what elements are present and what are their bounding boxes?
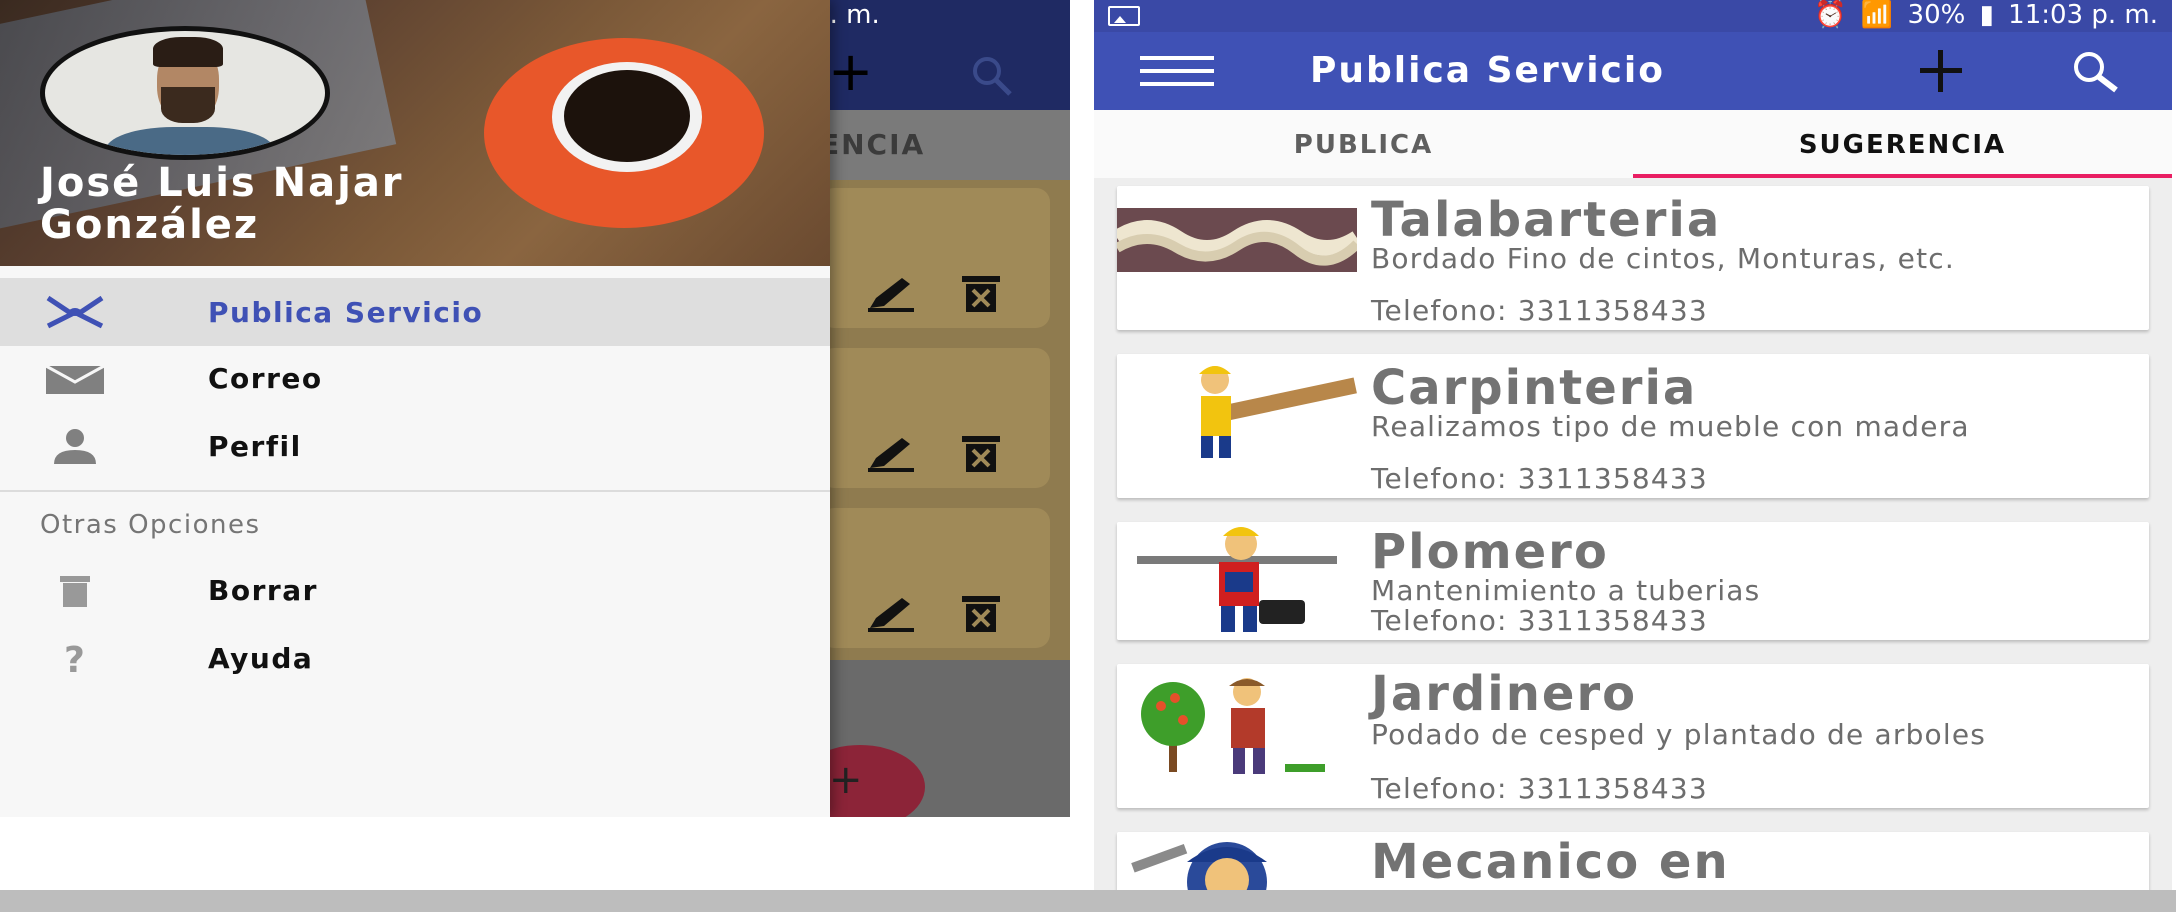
background-card (820, 508, 1050, 648)
service-card[interactable]: Jardinero Podado de cesped y plantado de… (1117, 664, 2149, 808)
background-search-icon (973, 57, 1012, 96)
drawer-item-publica-servicio[interactable]: Publica Servicio (0, 278, 830, 346)
drawer-item-correo[interactable]: Correo (0, 344, 830, 412)
drawer-item-label: Ayuda (208, 642, 314, 675)
user-name-line1: José Luis Najar (40, 160, 404, 206)
mail-icon (45, 364, 105, 394)
person-icon (54, 429, 96, 464)
tab-bar: PUBLICA SUGERENCIA (1094, 110, 2172, 178)
service-card[interactable]: Carpinteria Realizamos tipo de mueble co… (1117, 354, 2149, 498)
service-card[interactable]: Talabarteria Bordado Fino de cintos, Mon… (1117, 186, 2149, 330)
service-phone: Telefono: 3311358433 (1371, 294, 1708, 327)
service-description: Podado de cesped y plantado de arboles (1371, 718, 1987, 751)
clock: 11:03 p. m. (2008, 0, 2158, 30)
drawer-item-label: Publica Servicio (208, 296, 484, 329)
service-phone: Telefono: 3311358433 (1371, 604, 1708, 637)
drawer-header: José Luis Najar González (0, 0, 830, 266)
avatar[interactable] (40, 26, 330, 160)
braided-rope-image (1117, 208, 1357, 272)
drawer-item-label: Borrar (208, 574, 318, 607)
status-bar-right: ⏰ 📶 30% ▮ 11:03 p. m. (1094, 0, 2172, 32)
app-bar: Publica Servicio (1094, 32, 2172, 110)
service-description: Realizamos tipo de mueble con madera (1371, 410, 1970, 443)
plumber-image (1117, 522, 1357, 640)
page: + ENCIA + m. José Luis Najar González Pu… (0, 0, 2176, 912)
trash-icon (60, 576, 90, 607)
image-notification-icon (1108, 6, 1140, 26)
delete-icon (962, 596, 1000, 632)
drawer-divider (0, 490, 830, 492)
fork-knife-icon (46, 295, 104, 329)
user-name-line2: González (40, 202, 260, 248)
service-title: Talabarteria (1371, 192, 1722, 248)
edit-icon (868, 598, 914, 632)
background-tab-label: ENCIA (820, 128, 926, 161)
service-card[interactable]: Mecanico en (1117, 832, 2149, 890)
right-screen: ⏰ 📶 30% ▮ 11:03 p. m. Publica Servicio P… (1094, 0, 2172, 890)
background-card (820, 188, 1050, 328)
tab-publica[interactable]: PUBLICA (1094, 110, 1633, 178)
left-screen: + ENCIA + m. José Luis Najar González Pu… (0, 0, 1070, 817)
drawer-section-title: Otras Opciones (40, 510, 261, 540)
navigation-drawer: José Luis Najar González Publica Servici… (0, 0, 830, 817)
add-icon[interactable] (1918, 48, 1964, 94)
background-card (820, 348, 1050, 488)
drawer-item-label: Correo (208, 362, 323, 395)
services-list: Talabarteria Bordado Fino de cintos, Mon… (1094, 178, 2172, 890)
battery-icon: ▮ (1979, 0, 1994, 30)
bottom-bar (0, 890, 2176, 912)
wifi-icon: 📶 (1860, 0, 1894, 30)
drawer-item-label: Perfil (208, 430, 302, 463)
background-add-icon: + (828, 40, 874, 103)
delete-icon (962, 436, 1000, 472)
service-title: Plomero (1371, 524, 1609, 580)
drawer-item-perfil[interactable]: Perfil (0, 412, 830, 480)
service-card[interactable]: Plomero Mantenimiento a tuberias Telefon… (1117, 522, 2149, 640)
edit-icon (868, 278, 914, 312)
mechanic-image (1117, 832, 1357, 890)
drawer-item-ayuda[interactable]: ? Ayuda (0, 624, 830, 692)
service-description: Bordado Fino de cintos, Monturas, etc. (1371, 242, 1955, 275)
help-icon: ? (64, 640, 85, 678)
service-description: Mantenimiento a tuberias (1371, 574, 1761, 607)
edit-icon (868, 438, 914, 472)
service-phone: Telefono: 3311358433 (1371, 462, 1708, 495)
user-name: José Luis Najar González (40, 162, 800, 246)
battery-level: 30% (1907, 0, 1966, 30)
service-title: Jardinero (1371, 666, 1638, 722)
service-title: Carpinteria (1371, 360, 1698, 416)
menu-icon[interactable] (1140, 56, 1214, 86)
drawer-item-borrar[interactable]: Borrar (0, 556, 830, 624)
tab-sugerencia[interactable]: SUGERENCIA (1633, 110, 2172, 178)
svg-text:?: ? (64, 640, 85, 678)
gardener-image (1117, 668, 1357, 780)
alarm-icon: ⏰ (1814, 0, 1847, 30)
service-title: Mecanico en (1371, 834, 1730, 890)
service-phone: Telefono: 3311358433 (1371, 772, 1708, 805)
search-icon[interactable] (2070, 48, 2120, 98)
delete-icon (962, 276, 1000, 312)
carpenter-image (1117, 358, 1357, 462)
app-title: Publica Servicio (1310, 50, 1665, 91)
